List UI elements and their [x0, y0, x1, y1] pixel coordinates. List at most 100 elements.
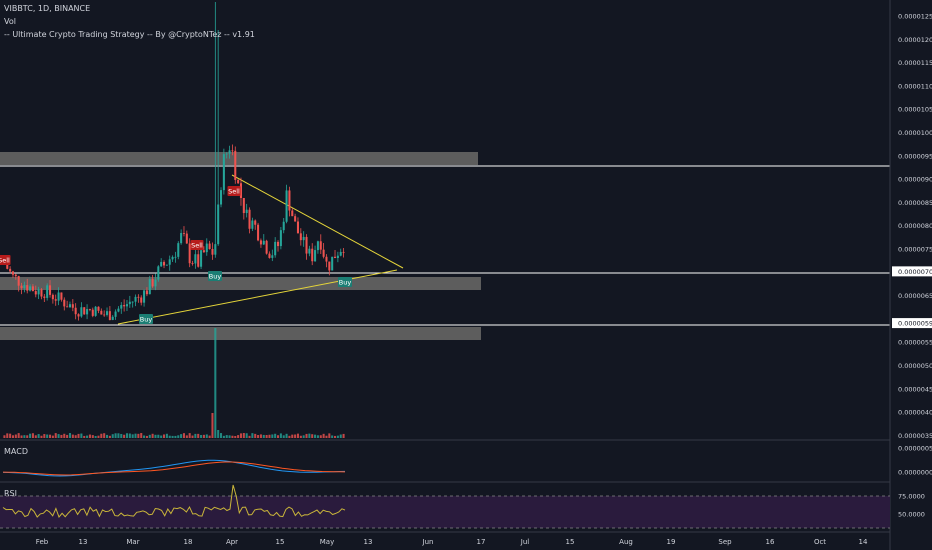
candle-body [220, 190, 223, 205]
volume-bar [305, 433, 308, 438]
volume-bar [180, 434, 183, 438]
candle-body [140, 297, 143, 303]
volume-bar [163, 434, 166, 438]
macd-legend[interactable]: MACD [4, 447, 28, 456]
volume-bar [131, 434, 134, 438]
volume-bar [77, 433, 80, 438]
candle-body [191, 263, 194, 264]
candle-body [63, 299, 66, 307]
time-tick-label: Feb [36, 538, 49, 546]
rsi-tick-label: 50.0000 [898, 511, 925, 519]
rsi-legend[interactable]: RSI [4, 489, 17, 498]
candle-body [123, 305, 126, 307]
candle-body [211, 249, 214, 255]
volume-bar [205, 434, 208, 438]
price-tick-label: 0.00000750 [898, 246, 932, 254]
candle-body [214, 244, 217, 255]
volume-bar [83, 435, 86, 438]
candle-body [97, 306, 100, 311]
candle-body [37, 289, 40, 295]
candle-body [208, 243, 211, 250]
time-tick-label: 17 [477, 538, 486, 546]
volume-bar [254, 433, 257, 438]
candle-body [248, 209, 251, 229]
volume-bar [311, 434, 314, 438]
volume-bar [29, 433, 32, 438]
volume-bar [188, 433, 191, 438]
volume-bar [60, 434, 63, 438]
price-tick-label: 0.00001050 [898, 106, 932, 114]
volume-bar [66, 434, 69, 438]
candle-body [94, 306, 97, 316]
price-tick-label: 0.00000850 [898, 199, 932, 207]
candle-body [182, 233, 185, 234]
volume-bar [165, 433, 168, 438]
volume-bar [257, 435, 260, 438]
price-tick-label: 0.00000500 [898, 362, 932, 370]
volume-bar [68, 433, 71, 438]
volume-bar [182, 433, 185, 438]
volume-bar [314, 434, 317, 438]
candle-body [86, 309, 89, 315]
volume-bar [288, 435, 291, 438]
candle-body [125, 304, 128, 307]
time-tick-label: 15 [566, 538, 575, 546]
symbol-legend[interactable]: VIBBTC, 1D, BINANCE [4, 4, 90, 13]
signal-label: Buy [339, 279, 352, 287]
volume-bar [157, 434, 160, 438]
candle-body [342, 251, 345, 253]
volume-bar [194, 433, 197, 438]
candle-body [288, 190, 291, 211]
volume-bar [168, 435, 171, 438]
volume-bar [111, 434, 114, 438]
volume-bar [262, 434, 265, 438]
candle-body [60, 292, 63, 300]
volume-bar [17, 433, 20, 438]
candle-body [291, 210, 294, 217]
volume-bar [208, 435, 211, 438]
price-tick-label: 0.00000900 [898, 176, 932, 184]
candle-body [294, 216, 297, 222]
time-tick-label: May [320, 538, 334, 546]
candle-body [154, 279, 157, 287]
time-tick-label: 15 [276, 538, 285, 546]
candle-body [234, 150, 237, 180]
volume-bar [71, 434, 74, 438]
volume-bar [3, 435, 6, 438]
volume-bar [342, 433, 345, 438]
price-tick-label: 0.00000800 [898, 222, 932, 230]
candle-body [200, 250, 203, 267]
volume-bar [220, 433, 223, 438]
candle-body [325, 256, 328, 262]
candle-body [279, 230, 282, 247]
price-tick-label: 0.00001000 [898, 129, 932, 137]
candle-body [54, 299, 57, 301]
volume-bar [123, 434, 126, 438]
volume-bar [74, 435, 77, 438]
support-zone-low [0, 327, 481, 340]
volume-legend[interactable]: Vol [4, 17, 16, 26]
chart-canvas[interactable]: 0.00001250 0.00001200 0.00001150 0.00001100… [0, 0, 932, 550]
price-tick-label: 0.00001150 [898, 59, 932, 67]
volume-bar [282, 435, 285, 438]
signal-label: Sell [0, 257, 10, 265]
volume-bar [251, 433, 254, 438]
candle-body [174, 256, 177, 258]
candle-body [314, 250, 317, 262]
price-tick-label: 0.00001250 [898, 13, 932, 21]
time-tick-label: 18 [184, 538, 193, 546]
candle-body [57, 292, 60, 301]
volume-bar [268, 434, 271, 438]
candle-body [165, 264, 168, 266]
candle-body [177, 243, 180, 257]
volume-bar [242, 433, 245, 438]
volume-bar [63, 433, 66, 438]
price-tick-label: 0.00000650 [898, 292, 932, 300]
candle-body [237, 179, 240, 184]
strategy-legend[interactable]: -- Ultimate Crypto Trading Strategy -- B… [4, 30, 255, 39]
candle-body [302, 236, 305, 241]
volume-bar [140, 433, 143, 438]
volume-bar [145, 435, 148, 438]
volume-bar [51, 435, 54, 438]
candle-body [328, 261, 331, 271]
